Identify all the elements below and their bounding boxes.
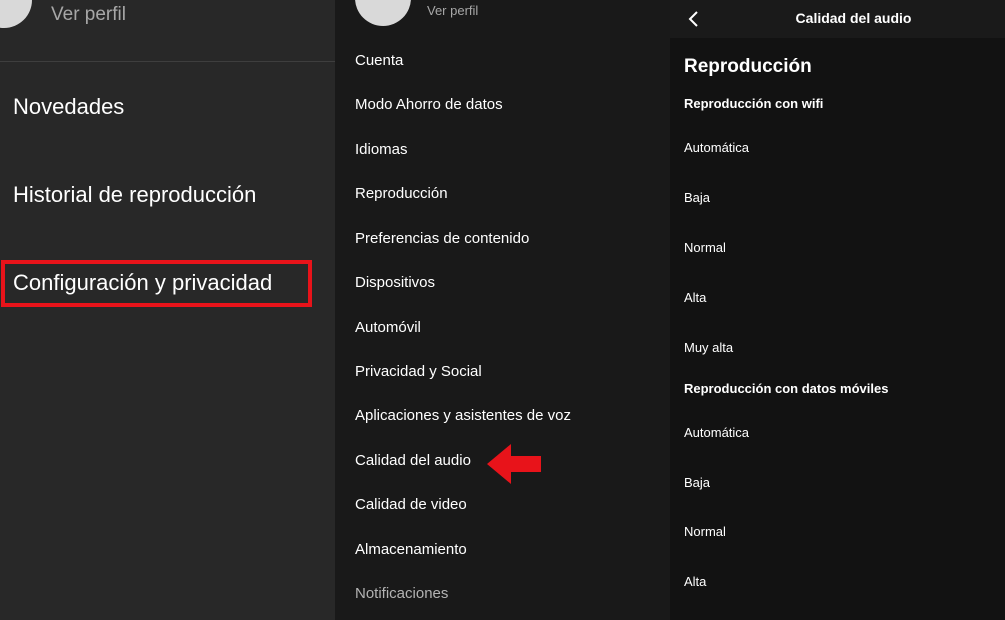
settings-item-dispositivos[interactable]: Dispositivos: [355, 274, 435, 291]
mobile-option-normal[interactable]: Normal: [684, 524, 726, 539]
mobile-option-automatica[interactable]: Automática: [684, 425, 749, 440]
settings-item-reproduccion[interactable]: Reproducción: [355, 185, 448, 202]
wifi-option-normal[interactable]: Normal: [684, 240, 726, 255]
top-bar: Calidad del audio: [670, 0, 1005, 38]
view-profile-link[interactable]: Ver perfil: [427, 3, 478, 18]
settings-item-calidad-video[interactable]: Calidad de video: [355, 496, 467, 513]
avatar[interactable]: [355, 0, 411, 26]
wifi-option-muy-alta[interactable]: Muy alta: [684, 340, 733, 355]
wifi-option-baja[interactable]: Baja: [684, 190, 710, 205]
red-arrow-icon: [487, 444, 541, 484]
settings-item-idiomas[interactable]: Idiomas: [355, 141, 408, 158]
mobile-option-alta[interactable]: Alta: [684, 574, 706, 589]
settings-item-calidad-audio[interactable]: Calidad del audio: [355, 452, 471, 469]
settings-item-cuenta[interactable]: Cuenta: [355, 52, 403, 69]
section-title: Reproducción: [684, 56, 812, 77]
settings-item-almacenamiento[interactable]: Almacenamiento: [355, 541, 467, 558]
side-menu-panel: Ver perfil Novedades Historial de reprod…: [0, 0, 335, 620]
wifi-option-automatica[interactable]: Automática: [684, 140, 749, 155]
view-profile-link[interactable]: Ver perfil: [51, 4, 126, 26]
settings-panel: Ver perfil Cuenta Modo Ahorro de datos I…: [335, 0, 670, 620]
settings-item-preferencias[interactable]: Preferencias de contenido: [355, 230, 529, 247]
audio-quality-panel: Calidad del audio Reproducción Reproducc…: [670, 0, 1005, 620]
page-title: Calidad del audio: [795, 10, 912, 26]
mobile-option-baja[interactable]: Baja: [684, 475, 710, 490]
menu-item-novedades[interactable]: Novedades: [13, 94, 124, 120]
mobile-group-title: Reproducción con datos móviles: [684, 381, 889, 396]
divider: [0, 61, 335, 62]
avatar[interactable]: [0, 0, 32, 28]
wifi-group-title: Reproducción con wifi: [684, 96, 824, 111]
settings-item-notificaciones[interactable]: Notificaciones: [355, 585, 448, 602]
menu-item-historial[interactable]: Historial de reproducción: [13, 182, 256, 208]
highlight-box: [1, 260, 312, 307]
wifi-option-alta[interactable]: Alta: [684, 290, 706, 305]
settings-item-privacidad[interactable]: Privacidad y Social: [355, 363, 482, 380]
settings-item-ahorro-datos[interactable]: Modo Ahorro de datos: [355, 96, 503, 113]
settings-item-automovil[interactable]: Automóvil: [355, 319, 421, 336]
settings-item-aplicaciones[interactable]: Aplicaciones y asistentes de voz: [355, 407, 571, 424]
